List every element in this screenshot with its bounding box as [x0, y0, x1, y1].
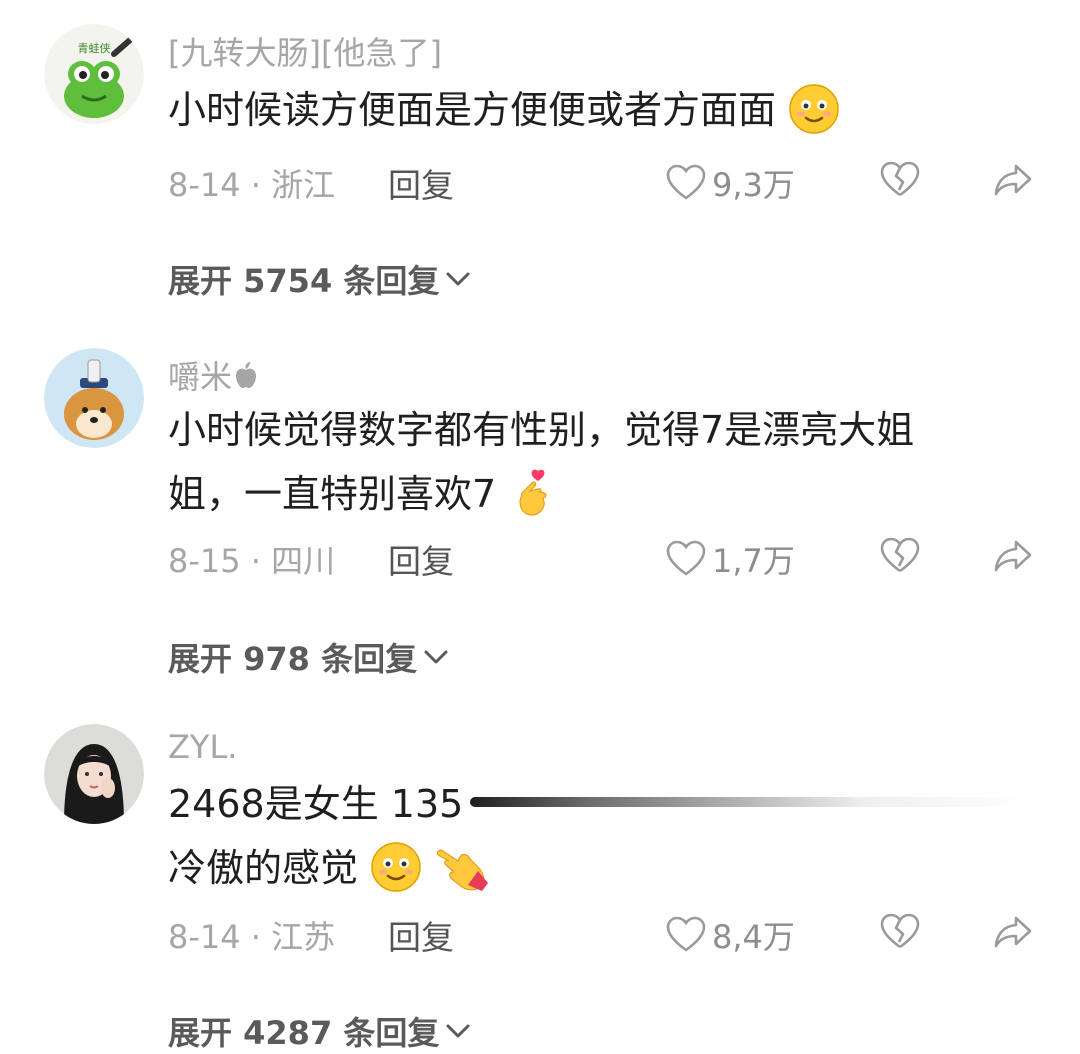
broken-heart-icon[interactable] [880, 912, 920, 952]
heart-icon [666, 540, 706, 576]
reply-button[interactable]: 回复 [388, 159, 454, 207]
share-icon[interactable] [992, 536, 1034, 576]
avatar[interactable] [44, 348, 144, 448]
date-location: 8-14 · 江苏 [168, 918, 336, 956]
username[interactable]: ZYL. [168, 728, 237, 766]
smiling-face-emoji [789, 83, 839, 134]
username[interactable]: 嚼米 [168, 352, 258, 398]
smiling-face-emoji [371, 841, 421, 892]
comment-text: 2468是女生 135 冷傲的感觉 [168, 772, 490, 900]
comment-text: 小时候读方便面是方便便或者方面面 [168, 78, 840, 142]
broken-heart-icon[interactable] [880, 536, 920, 576]
broken-heart-icon[interactable] [880, 160, 920, 200]
date-location: 8-15 · 四川 [168, 542, 336, 580]
avatar[interactable] [44, 724, 144, 824]
heart-icon [666, 916, 706, 952]
expand-replies-button[interactable]: 展开 5754 条回复 [168, 256, 471, 302]
reply-button[interactable]: 回复 [388, 535, 454, 583]
like-count: 1,7万 [712, 542, 795, 580]
expand-replies-button[interactable]: 展开 978 条回复 [168, 634, 449, 680]
username[interactable]: [九转大肠][他急了] [168, 28, 442, 74]
heart-icon [666, 164, 706, 200]
finger-heart-emoji [519, 469, 547, 516]
like-button[interactable]: 9,3万 [666, 160, 795, 206]
comment-text: 小时候觉得数字都有性别，觉得7是漂亮大姐 姐，一直特别喜欢7 [168, 398, 914, 526]
chevron-down-icon [446, 272, 470, 286]
date-location: 8-14 · 浙江 [168, 166, 336, 204]
like-count: 9,3万 [712, 166, 795, 204]
reply-button[interactable]: 回复 [388, 911, 454, 959]
pointing-hand-emoji [437, 849, 489, 891]
like-button[interactable]: 1,7万 [666, 536, 795, 582]
text-overflow-fade [470, 797, 1030, 807]
share-icon[interactable] [992, 912, 1034, 952]
chevron-down-icon [424, 650, 448, 664]
apple-icon [236, 362, 257, 388]
frog-avatar-icon: 青蛙侠 [44, 24, 144, 124]
share-icon[interactable] [992, 160, 1034, 200]
avatar[interactable]: 青蛙侠 [44, 24, 144, 124]
like-button[interactable]: 8,4万 [666, 912, 795, 958]
girl-photo-avatar-icon [44, 724, 144, 824]
chevron-down-icon [446, 1024, 470, 1038]
expand-replies-button[interactable]: 展开 4287 条回复 [168, 1008, 471, 1054]
svg-text:青蛙侠: 青蛙侠 [78, 42, 111, 55]
shiba-dog-avatar-icon [44, 348, 144, 448]
like-count: 8,4万 [712, 918, 795, 956]
